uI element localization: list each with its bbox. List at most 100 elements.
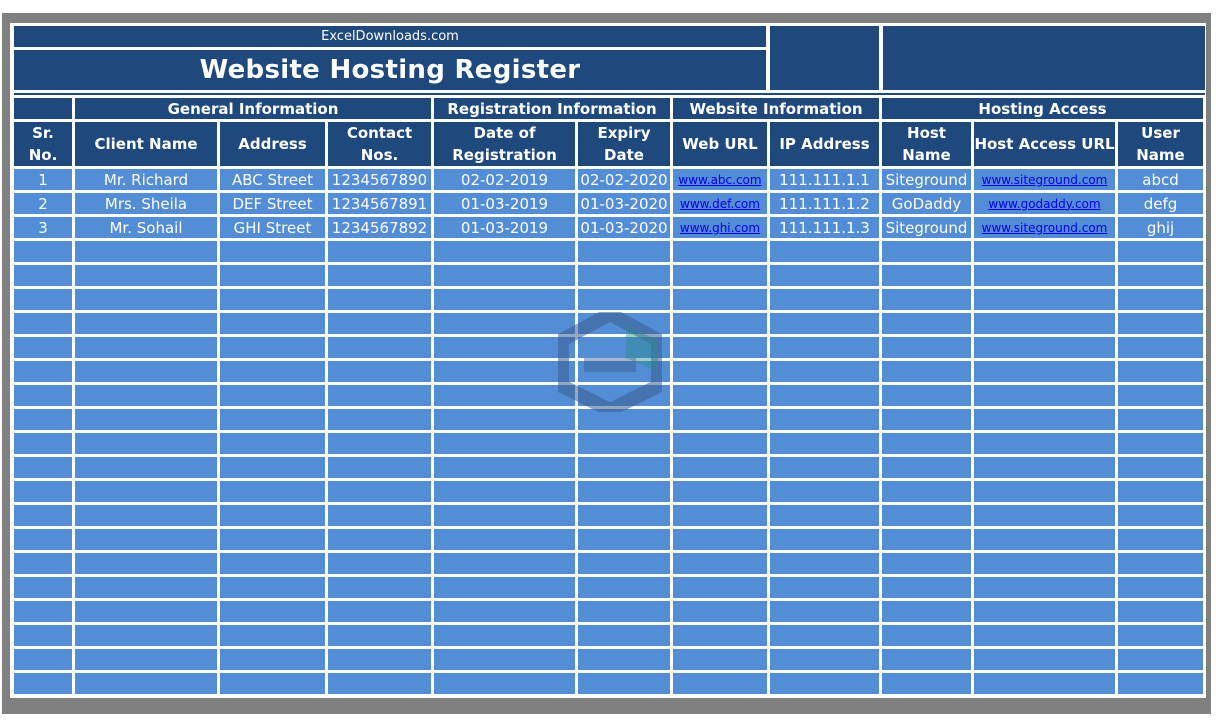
table-cell-address[interactable]: GHI Street: [220, 217, 325, 238]
table-cell-expiry-date[interactable]: 01-03-2020: [578, 217, 670, 238]
empty-cell-web-url[interactable]: [673, 529, 767, 550]
empty-cell-user-name[interactable]: [1118, 409, 1203, 430]
empty-cell-host-access-url[interactable]: [974, 553, 1115, 574]
empty-cell-sr-no[interactable]: [14, 601, 72, 622]
empty-cell-ip-address[interactable]: [770, 505, 879, 526]
empty-cell-address[interactable]: [220, 289, 325, 310]
empty-cell-sr-no[interactable]: [14, 673, 72, 694]
table-cell-ip-address[interactable]: 111.111.1.2: [770, 193, 879, 214]
empty-cell-expiry-date[interactable]: [578, 457, 670, 478]
empty-cell-client-name[interactable]: [75, 289, 217, 310]
empty-cell-user-name[interactable]: [1118, 457, 1203, 478]
empty-cell-host-name[interactable]: [882, 385, 971, 406]
empty-cell-user-name[interactable]: [1118, 625, 1203, 646]
table-cell-address[interactable]: DEF Street: [220, 193, 325, 214]
empty-cell-client-name[interactable]: [75, 673, 217, 694]
empty-cell-host-name[interactable]: [882, 409, 971, 430]
empty-cell-web-url[interactable]: [673, 577, 767, 598]
column-header-host-name[interactable]: Host Name: [882, 122, 971, 166]
empty-cell-client-name[interactable]: [75, 265, 217, 286]
empty-cell-ip-address[interactable]: [770, 577, 879, 598]
empty-cell-host-name[interactable]: [882, 289, 971, 310]
empty-cell-user-name[interactable]: [1118, 649, 1203, 670]
empty-cell-address[interactable]: [220, 529, 325, 550]
empty-cell-user-name[interactable]: [1118, 505, 1203, 526]
empty-cell-sr-no[interactable]: [14, 505, 72, 526]
empty-cell-address[interactable]: [220, 625, 325, 646]
empty-cell-expiry-date[interactable]: [578, 625, 670, 646]
empty-cell-sr-no[interactable]: [14, 241, 72, 262]
empty-cell-host-name[interactable]: [882, 457, 971, 478]
column-header-host-access-url[interactable]: Host Access URL: [974, 122, 1115, 166]
empty-cell-date-of-registration[interactable]: [434, 265, 575, 286]
empty-cell-ip-address[interactable]: [770, 433, 879, 454]
empty-cell-date-of-registration[interactable]: [434, 577, 575, 598]
web-url-link[interactable]: www.abc.com: [678, 173, 761, 187]
empty-cell-date-of-registration[interactable]: [434, 289, 575, 310]
empty-cell-user-name[interactable]: [1118, 265, 1203, 286]
empty-cell-contact-nos[interactable]: [328, 385, 431, 406]
column-header-sr-no[interactable]: Sr. No.: [14, 122, 72, 166]
empty-cell-ip-address[interactable]: [770, 529, 879, 550]
empty-cell-contact-nos[interactable]: [328, 649, 431, 670]
empty-cell-client-name[interactable]: [75, 241, 217, 262]
empty-cell-host-name[interactable]: [882, 529, 971, 550]
table-cell-contact-nos[interactable]: 1234567891: [328, 193, 431, 214]
empty-cell-ip-address[interactable]: [770, 313, 879, 334]
empty-cell-expiry-date[interactable]: [578, 601, 670, 622]
empty-cell-sr-no[interactable]: [14, 289, 72, 310]
table-cell-ip-address[interactable]: 111.111.1.1: [770, 169, 879, 190]
table-cell-address[interactable]: ABC Street: [220, 169, 325, 190]
empty-cell-client-name[interactable]: [75, 553, 217, 574]
empty-cell-client-name[interactable]: [75, 433, 217, 454]
empty-cell-date-of-registration[interactable]: [434, 433, 575, 454]
empty-cell-expiry-date[interactable]: [578, 289, 670, 310]
empty-cell-expiry-date[interactable]: [578, 409, 670, 430]
empty-cell-address[interactable]: [220, 241, 325, 262]
empty-cell-expiry-date[interactable]: [578, 385, 670, 406]
host-access-url-link[interactable]: www.godaddy.com: [988, 197, 1100, 211]
empty-cell-date-of-registration[interactable]: [434, 481, 575, 502]
empty-cell-host-access-url[interactable]: [974, 337, 1115, 358]
empty-cell-host-access-url[interactable]: [974, 313, 1115, 334]
table-cell-client-name[interactable]: Mr. Richard: [75, 169, 217, 190]
empty-cell-date-of-registration[interactable]: [434, 313, 575, 334]
empty-cell-expiry-date[interactable]: [578, 673, 670, 694]
empty-cell-client-name[interactable]: [75, 457, 217, 478]
table-cell-client-name[interactable]: Mr. Sohail: [75, 217, 217, 238]
empty-cell-expiry-date[interactable]: [578, 577, 670, 598]
empty-cell-address[interactable]: [220, 649, 325, 670]
empty-cell-client-name[interactable]: [75, 649, 217, 670]
empty-cell-web-url[interactable]: [673, 481, 767, 502]
empty-cell-contact-nos[interactable]: [328, 409, 431, 430]
empty-cell-user-name[interactable]: [1118, 433, 1203, 454]
empty-cell-web-url[interactable]: [673, 433, 767, 454]
column-header-user-name[interactable]: User Name: [1118, 122, 1203, 166]
empty-cell-address[interactable]: [220, 433, 325, 454]
empty-cell-contact-nos[interactable]: [328, 481, 431, 502]
empty-cell-sr-no[interactable]: [14, 625, 72, 646]
empty-cell-expiry-date[interactable]: [578, 265, 670, 286]
column-header-web-url[interactable]: Web URL: [673, 122, 767, 166]
column-header-address[interactable]: Address: [220, 122, 325, 166]
empty-cell-host-access-url[interactable]: [974, 361, 1115, 382]
empty-cell-user-name[interactable]: [1118, 577, 1203, 598]
column-header-client-name[interactable]: Client Name: [75, 122, 217, 166]
table-cell-user-name[interactable]: ghij: [1118, 217, 1203, 238]
empty-cell-address[interactable]: [220, 385, 325, 406]
empty-cell-host-name[interactable]: [882, 577, 971, 598]
empty-cell-address[interactable]: [220, 505, 325, 526]
empty-cell-web-url[interactable]: [673, 457, 767, 478]
empty-cell-web-url[interactable]: [673, 673, 767, 694]
empty-cell-web-url[interactable]: [673, 625, 767, 646]
empty-cell-address[interactable]: [220, 553, 325, 574]
empty-cell-user-name[interactable]: [1118, 481, 1203, 502]
empty-cell-address[interactable]: [220, 265, 325, 286]
table-cell-sr-no[interactable]: 3: [14, 217, 72, 238]
empty-cell-ip-address[interactable]: [770, 385, 879, 406]
empty-cell-contact-nos[interactable]: [328, 577, 431, 598]
empty-cell-date-of-registration[interactable]: [434, 649, 575, 670]
empty-cell-address[interactable]: [220, 361, 325, 382]
empty-cell-ip-address[interactable]: [770, 481, 879, 502]
column-header-date-of-registration[interactable]: Date of Registration: [434, 122, 575, 166]
